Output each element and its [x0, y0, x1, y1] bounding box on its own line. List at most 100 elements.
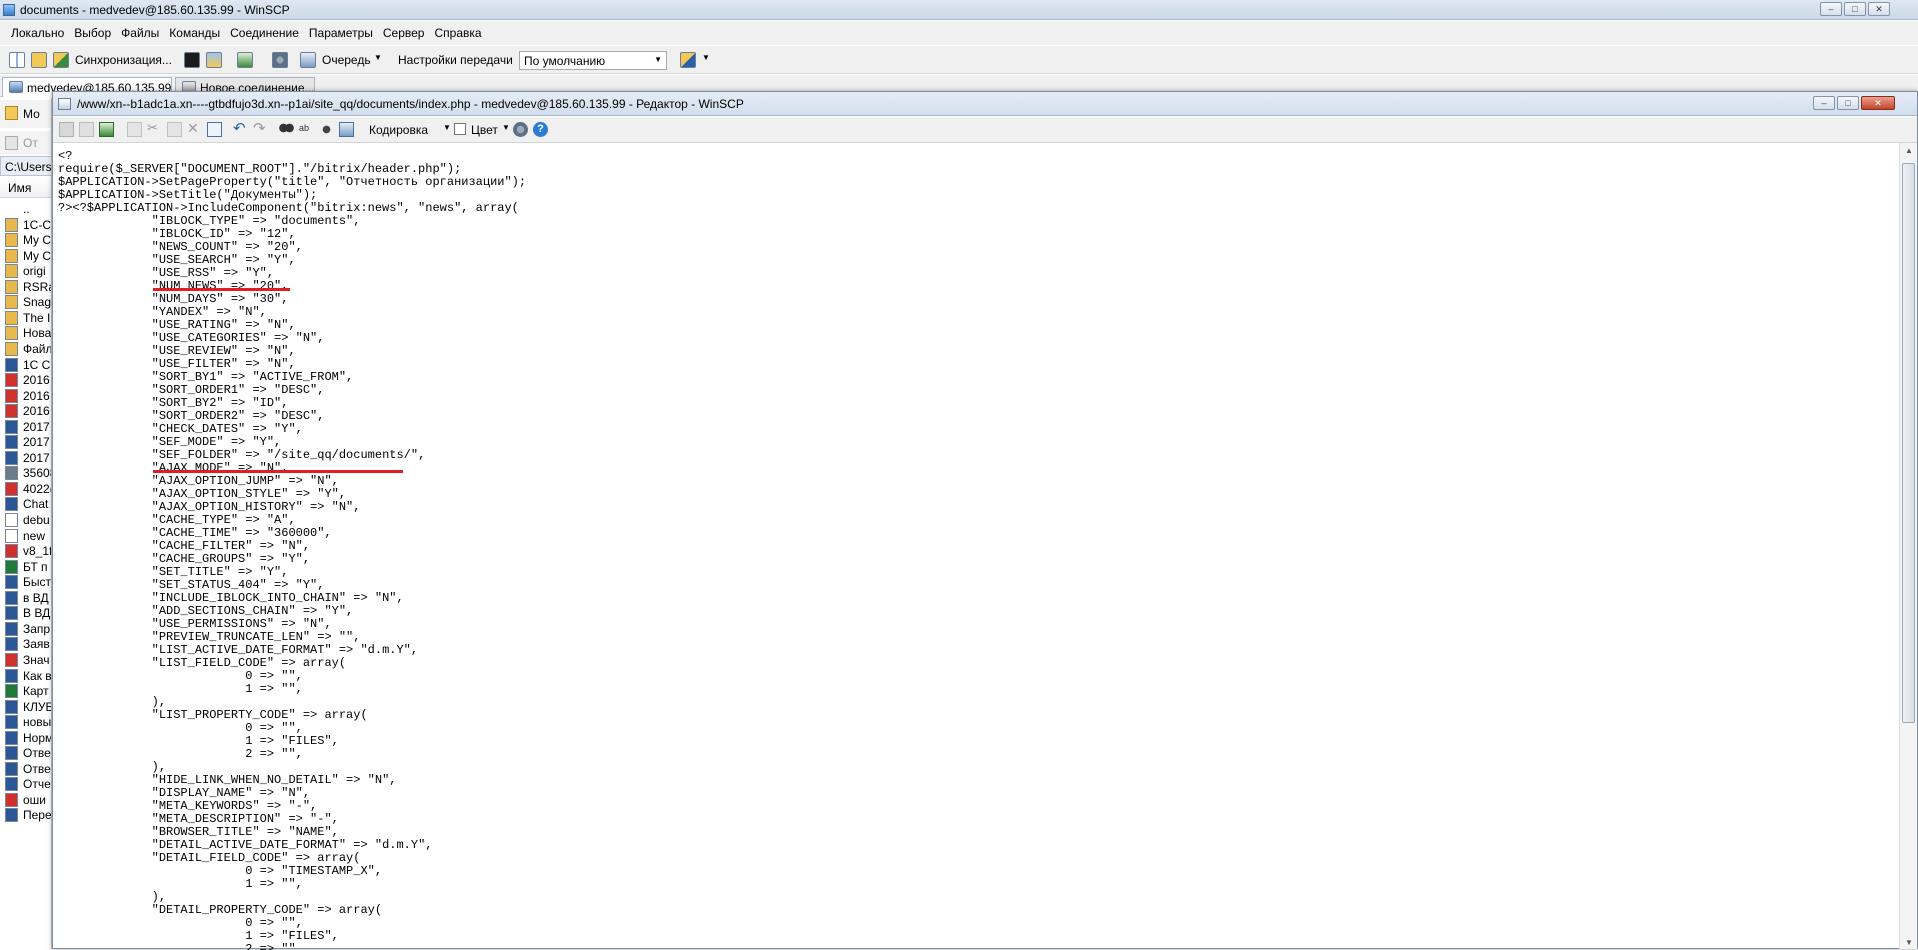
menu-item-options[interactable]: Параметры — [304, 26, 378, 40]
menu-item-help[interactable]: Справка — [429, 26, 486, 40]
word-document-icon — [5, 746, 18, 761]
folder-icon — [5, 341, 18, 356]
transfer-preset-select[interactable]: По умолчанию ▼ — [519, 51, 667, 70]
word-document-icon — [5, 606, 18, 621]
folder-icon — [5, 248, 18, 263]
queue-dropdown-chevron-icon[interactable]: ▼ — [374, 53, 382, 62]
save-icon[interactable] — [59, 122, 74, 137]
winscp-app-icon — [3, 4, 15, 16]
list-item-label: в ВД — [23, 590, 49, 605]
list-item[interactable]: Пере — [0, 806, 51, 825]
file-icon — [5, 528, 18, 543]
excel-document-icon — [5, 559, 18, 574]
menu-item-files[interactable]: Файлы — [116, 26, 164, 40]
editor-preferences-gear-icon[interactable] — [513, 122, 528, 137]
maximize-button[interactable]: □ — [1844, 2, 1866, 16]
goto-line-icon[interactable] — [339, 122, 354, 137]
list-item-label: Знач — [23, 652, 50, 667]
list-item-label: 1C C — [23, 357, 51, 372]
code-editor-text[interactable]: <? require($_SERVER["DOCUMENT_ROOT"]."/b… — [58, 150, 1888, 950]
undo-icon[interactable]: ↶ — [233, 119, 248, 137]
pdf-document-icon — [5, 481, 18, 496]
list-item-label: RSRa — [23, 279, 52, 294]
list-item-label: КЛУБ — [23, 699, 52, 714]
main-window-title: documents - medvedev@185.60.135.99 - Win… — [20, 3, 290, 17]
list-item-label: Заяв — [23, 637, 50, 652]
folder-icon — [5, 326, 18, 341]
word-document-icon — [5, 715, 18, 730]
menu-item-connection[interactable]: Соединение — [225, 26, 304, 40]
save-copy-icon[interactable] — [79, 122, 94, 137]
list-item-label: My C — [23, 233, 51, 248]
delete-icon[interactable]: ✕ — [187, 120, 202, 136]
document-icon — [5, 466, 18, 481]
menu-item-select[interactable]: Выбор — [69, 26, 116, 40]
color-button[interactable]: Цвет — [471, 123, 498, 137]
word-document-icon — [5, 450, 18, 465]
upload-icon[interactable] — [5, 136, 18, 150]
encoding-button[interactable]: Кодировка — [369, 123, 428, 137]
word-document-icon — [5, 621, 18, 636]
copy-icon[interactable] — [127, 122, 142, 137]
list-item-label: БТ п — [23, 559, 48, 574]
list-item-label: 2017 — [23, 419, 50, 434]
transfer-settings-chevron-icon[interactable]: ▼ — [702, 53, 710, 62]
list-item-label: 2016 — [23, 373, 50, 388]
list-item-label: .. — [23, 202, 30, 216]
console-icon[interactable] — [184, 52, 200, 68]
word-document-icon — [5, 637, 18, 652]
find-next-icon[interactable] — [319, 122, 334, 137]
word-document-icon — [5, 699, 18, 714]
editor-close-button[interactable]: ✕ — [1861, 96, 1895, 110]
preferences-gear-icon[interactable] — [272, 52, 288, 68]
replace-icon[interactable]: ab — [299, 123, 314, 138]
word-document-icon — [5, 730, 18, 745]
queue-grid-icon[interactable] — [9, 52, 25, 68]
paste-icon[interactable] — [167, 122, 182, 137]
annotation-underline-sef-folder — [153, 470, 403, 473]
queue-button[interactable]: Очередь — [322, 53, 371, 67]
editor-maximize-button[interactable]: □ — [1837, 96, 1859, 110]
synchronize-icon[interactable] — [53, 52, 69, 68]
folder-icon[interactable] — [5, 106, 18, 120]
list-item-label: debu — [23, 513, 50, 527]
scroll-down-arrow-icon[interactable]: ▼ — [1905, 938, 1913, 947]
queue-icon[interactable] — [300, 52, 316, 68]
word-document-icon — [5, 761, 18, 776]
select-all-icon[interactable] — [207, 122, 222, 137]
menu-item-server[interactable]: Сервер — [378, 26, 430, 40]
editor-window: /www/xn--b1adc1a.xn----gtbdfujo3d.xn--p1… — [52, 91, 1918, 950]
vertical-scrollbar[interactable]: ▲ ▼ — [1899, 143, 1917, 949]
editor-minimize-button[interactable]: – — [1813, 96, 1835, 110]
cut-icon[interactable]: ✂ — [147, 120, 162, 135]
refresh-icon[interactable] — [237, 52, 253, 68]
open-directory-icon[interactable] — [31, 52, 47, 68]
encoding-chevron-icon[interactable]: ▼ — [443, 123, 451, 132]
local-path-field[interactable]: C:\Users — [0, 156, 51, 176]
list-item-label: оши — [23, 792, 47, 807]
close-button[interactable]: ✕ — [1868, 2, 1890, 16]
list-item-label: 2016 — [23, 388, 50, 403]
find-binoculars-icon[interactable] — [279, 122, 294, 137]
putty-icon[interactable] — [206, 52, 222, 68]
scroll-up-arrow-icon[interactable]: ▲ — [1905, 146, 1913, 155]
editor-titlebar: /www/xn--b1adc1a.xn----gtbdfujo3d.xn--p1… — [53, 92, 1917, 116]
scrollbar-thumb[interactable] — [1902, 163, 1915, 723]
word-document-icon — [5, 357, 18, 372]
menu-item-commands[interactable]: Команды — [164, 26, 225, 40]
list-item-label: The I — [23, 310, 51, 325]
minimize-button[interactable]: – — [1820, 2, 1842, 16]
synchronize-button[interactable]: Синхронизация... — [75, 53, 172, 67]
word-document-icon — [5, 777, 18, 792]
editor-title: /www/xn--b1adc1a.xn----gtbdfujo3d.xn--p1… — [77, 97, 744, 111]
color-checkbox[interactable] — [454, 123, 466, 135]
menu-item-local[interactable]: Локально — [6, 26, 69, 40]
redo-icon[interactable]: ↷ — [253, 119, 268, 137]
reload-icon[interactable] — [99, 122, 114, 137]
color-chevron-icon[interactable]: ▼ — [502, 123, 510, 132]
transfer-settings-icon[interactable] — [680, 52, 696, 68]
help-icon[interactable]: ? — [533, 122, 548, 137]
list-item-label: new — [23, 528, 46, 543]
list-item-label: Быст — [23, 575, 51, 590]
column-header-name[interactable]: Имя — [0, 178, 51, 198]
